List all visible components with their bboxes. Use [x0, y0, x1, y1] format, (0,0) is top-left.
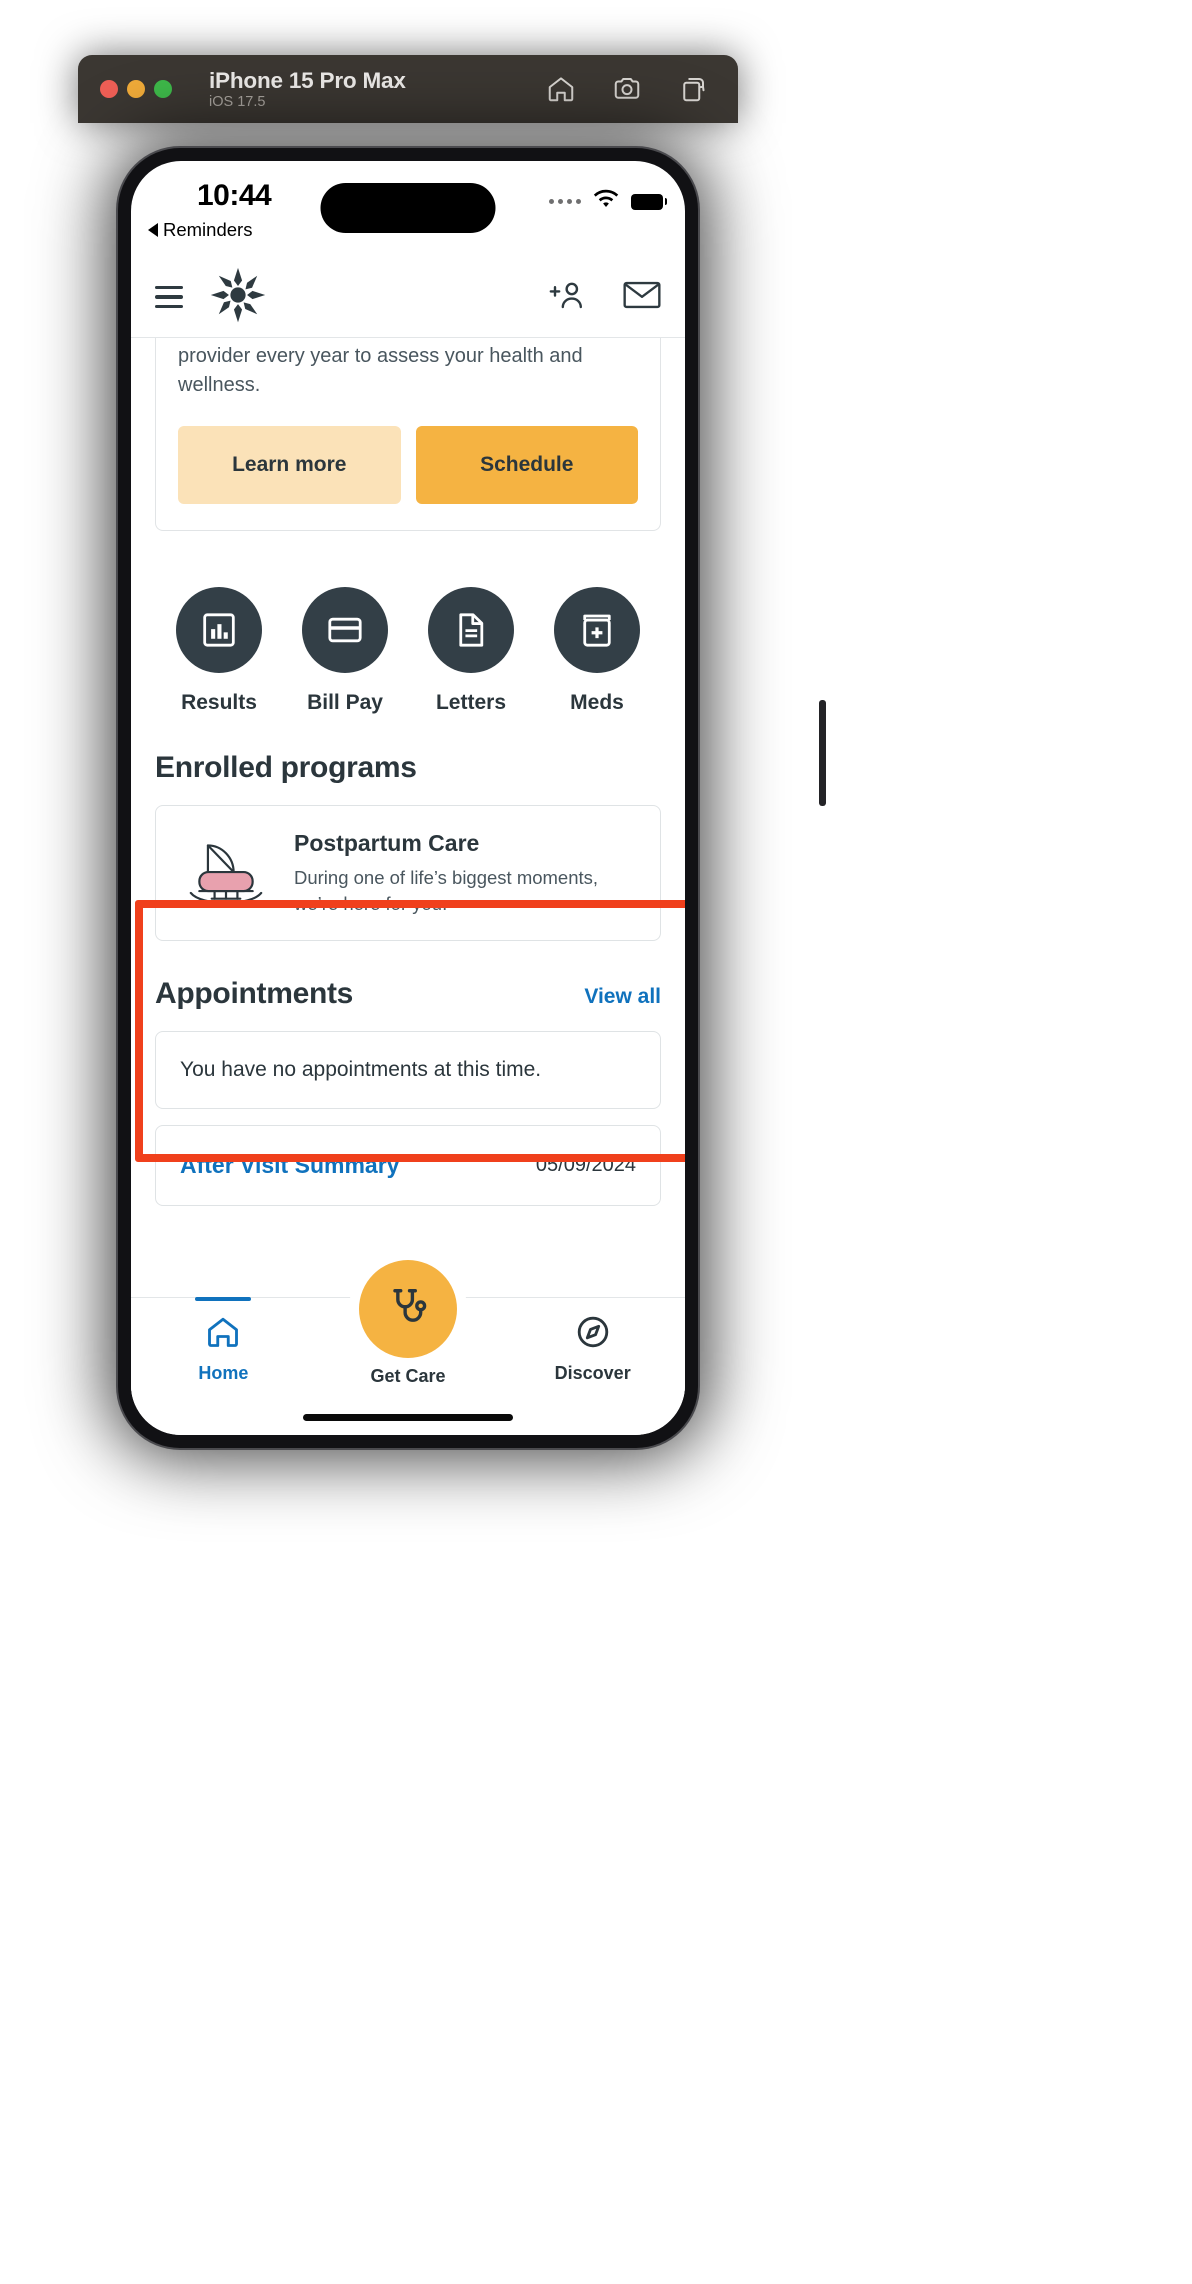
after-visit-summary-date: 05/09/2024 — [535, 1153, 636, 1176]
tab-home[interactable]: Home — [131, 1297, 316, 1384]
compass-icon — [575, 1314, 611, 1355]
bottom-tab-bar: Home Get Care Discover — [131, 1250, 685, 1435]
home-icon — [205, 1314, 241, 1355]
dynamic-island — [320, 183, 496, 233]
minimize-window-button[interactable] — [127, 80, 145, 98]
window-device-title: iPhone 15 Pro Max — [209, 67, 406, 93]
appointments-header: Appointments View all — [155, 941, 661, 1031]
simulator-toolbar — [546, 74, 716, 104]
battery-full-icon — [631, 193, 667, 210]
after-visit-summary-title: After Visit Summary — [180, 1151, 400, 1178]
simulator-window-titlebar: iPhone 15 Pro Max iOS 17.5 — [78, 55, 738, 123]
pill-bottle-icon — [554, 587, 640, 673]
appointments-view-all-link[interactable]: View all — [584, 985, 661, 1009]
health-maintenance-actions: Learn more Schedule — [178, 426, 638, 504]
health-cross-logo — [209, 266, 267, 329]
quick-action-meds[interactable]: Meds — [537, 587, 657, 715]
page-section-title: Enrolled programs — [155, 751, 417, 784]
power-button[interactable] — [819, 700, 826, 806]
health-maintenance-body: provider every year to assess your healt… — [178, 345, 583, 396]
enrolled-program-title: Postpartum Care — [294, 830, 480, 856]
tab-label: Get Care — [370, 1366, 446, 1386]
quick-action-letters[interactable]: Letters — [411, 587, 531, 715]
stethoscope-icon — [386, 1285, 430, 1334]
home-icon[interactable] — [546, 74, 576, 104]
close-window-button[interactable] — [100, 80, 118, 98]
add-person-icon[interactable] — [549, 279, 585, 316]
tab-discover[interactable]: Discover — [500, 1314, 685, 1384]
iphone-device-frame: 10:44 Reminders provider every year to a… — [118, 148, 826, 1448]
chart-results-icon — [176, 587, 262, 673]
enrolled-program-body: Postpartum Care During one of life’s big… — [294, 828, 638, 918]
back-triangle-icon — [148, 223, 158, 237]
quick-action-label: Letters — [435, 691, 507, 714]
home-scroll-content[interactable]: provider every year to assess your healt… — [131, 337, 685, 1407]
envelope-icon[interactable] — [623, 280, 661, 315]
status-bar-indicators — [549, 189, 667, 214]
health-maintenance-card[interactable]: provider every year to assess your healt… — [155, 338, 661, 531]
enrolled-program-description: During one of life’s biggest moments, we… — [294, 867, 599, 915]
quick-action-results[interactable]: Results — [159, 587, 279, 715]
hamburger-menu-icon[interactable] — [155, 286, 183, 308]
app-header-bar — [131, 257, 685, 337]
app-header-actions — [549, 279, 661, 316]
ios-status-bar: 10:44 Reminders — [131, 161, 685, 257]
appointments-section: Appointments View all You have no appoin… — [131, 941, 685, 1206]
tab-get-care[interactable]: Get Care — [316, 1250, 501, 1387]
home-indicator-bar[interactable] — [303, 1414, 513, 1421]
appointments-empty-state: You have no appointments at this time. — [155, 1030, 661, 1109]
learn-more-button[interactable]: Learn more — [178, 426, 401, 504]
wifi-icon — [592, 189, 620, 214]
window-os-version: iOS 17.5 — [209, 93, 266, 110]
quick-actions-row: Results Bill Pay Letters Meds — [131, 531, 685, 715]
window-title-group: iPhone 15 Pro Max iOS 17.5 — [209, 68, 406, 110]
baby-bassinet-icon — [178, 828, 274, 912]
quick-action-label: Bill Pay — [307, 691, 383, 714]
enrolled-programs-header: Enrolled programs — [155, 715, 661, 805]
quick-action-bill-pay[interactable]: Bill Pay — [285, 587, 405, 715]
enrolled-programs-section: Enrolled programs Postpartum Care During… — [131, 715, 685, 941]
window-traffic-lights — [100, 80, 172, 98]
enrolled-program-card[interactable]: Postpartum Care During one of life’s big… — [155, 805, 661, 941]
tab-label: Discover — [554, 1363, 631, 1383]
cellular-signal-icon — [549, 199, 581, 204]
maximize-window-button[interactable] — [154, 80, 172, 98]
credit-card-icon — [302, 587, 388, 673]
active-tab-indicator — [195, 1297, 252, 1301]
rotate-icon[interactable] — [678, 74, 708, 104]
after-visit-summary-row[interactable]: After Visit Summary 05/09/2024 — [155, 1124, 661, 1206]
schedule-button[interactable]: Schedule — [415, 426, 638, 504]
status-bar-time: 10:44 — [197, 179, 272, 212]
page-section-title: Appointments — [155, 976, 354, 1010]
document-letter-icon — [428, 587, 514, 673]
get-care-fab-button[interactable] — [359, 1260, 457, 1358]
quick-action-label: Results — [181, 691, 257, 714]
phone-screen: 10:44 Reminders provider every year to a… — [131, 161, 685, 1435]
back-app-label: Reminders — [163, 219, 253, 240]
status-bar-back-to-app[interactable]: Reminders — [148, 219, 252, 241]
tab-label: Home — [198, 1363, 249, 1383]
screenshot-icon[interactable] — [612, 74, 642, 104]
quick-action-label: Meds — [570, 691, 624, 714]
